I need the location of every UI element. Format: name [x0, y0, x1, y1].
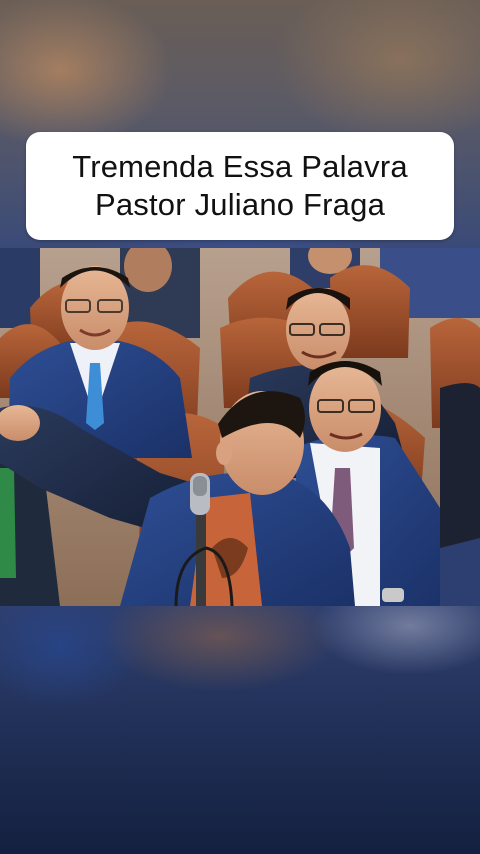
- caption-card: Tremenda Essa Palavra Pastor Juliano Fra…: [26, 132, 454, 240]
- caption-title-line: Tremenda Essa Palavra: [72, 149, 408, 184]
- video-scene: [0, 248, 480, 606]
- caption-subtitle-line: Pastor Juliano Fraga: [94, 187, 386, 222]
- video-frame[interactable]: [0, 248, 480, 606]
- blurred-backdrop-bottom: [0, 606, 480, 854]
- audience-man-far-right: [440, 383, 480, 606]
- video-player-screen[interactable]: Tremenda Essa Palavra Pastor Juliano Fra…: [0, 0, 480, 854]
